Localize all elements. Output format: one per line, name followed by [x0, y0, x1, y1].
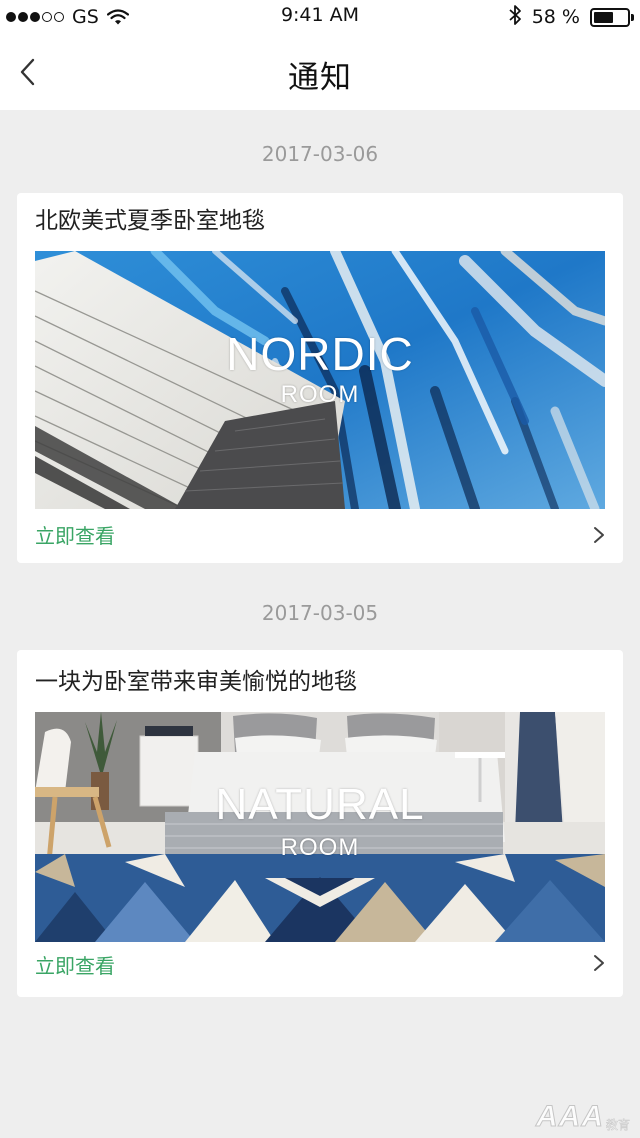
date-label: 2017-03-05	[261, 601, 379, 625]
banner-title: NORDIC	[226, 328, 414, 380]
view-now-label: 立即查看	[35, 954, 115, 978]
banner-image-nordic[interactable]: NORDIC ROOM	[35, 251, 605, 509]
date-label: 2017-03-06	[261, 142, 379, 166]
view-now-link[interactable]: 立即查看	[17, 507, 623, 563]
notification-card[interactable]: 一块为卧室带来审美愉悦的地毯 NATURAL ROOM 立即查看	[17, 650, 623, 997]
page-title: 通知	[288, 60, 352, 96]
status-right: 58 %	[508, 4, 634, 30]
view-now-label: 立即查看	[35, 524, 115, 548]
watermark-sub: 教育	[605, 1118, 631, 1133]
chevron-right-icon	[594, 955, 604, 971]
battery-fill	[594, 11, 613, 23]
battery-percent: 58 %	[531, 6, 580, 28]
banner-title: NATURAL	[215, 780, 425, 829]
banner-image-natural[interactable]: NATURAL ROOM	[35, 712, 605, 942]
status-bar: GS 9:41 AM 58 %	[0, 0, 640, 34]
chevron-right-icon	[594, 527, 604, 543]
notification-feed: 2017-03-06 北欧美式夏季卧室地毯 NORDIC ROOM 立即查看 2…	[0, 110, 640, 997]
banner-subtitle: ROOM	[280, 834, 360, 861]
card-title: 北欧美式夏季卧室地毯	[35, 208, 265, 234]
banner-subtitle: ROOM	[280, 381, 360, 408]
bluetooth-icon	[508, 4, 522, 30]
watermark-main: AAA	[535, 1100, 604, 1133]
nav-bar: 通知	[0, 34, 640, 110]
notification-card[interactable]: 北欧美式夏季卧室地毯 NORDIC ROOM 立即查看	[17, 193, 623, 563]
card-title: 一块为卧室带来审美愉悦的地毯	[35, 669, 357, 695]
view-now-link[interactable]: 立即查看	[17, 945, 623, 997]
watermark-logo: AAA 教育	[535, 1100, 631, 1133]
battery-icon	[590, 7, 634, 27]
